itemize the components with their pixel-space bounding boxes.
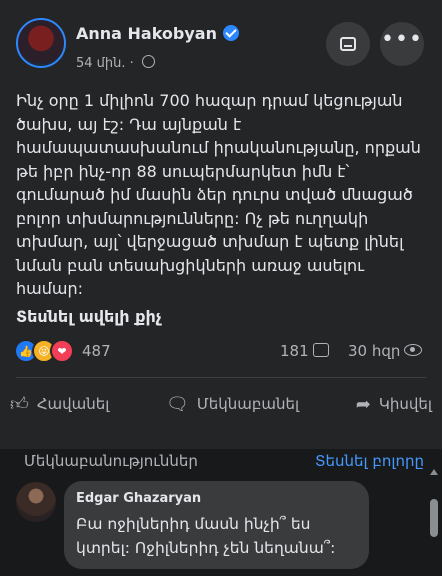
view-count-value: 30 հզր: [348, 342, 401, 360]
author-name[interactable]: Anna Hakobyan: [76, 24, 217, 43]
post-author[interactable]: Anna Hakobyan: [76, 24, 239, 43]
post-text: Ինչ օրը 1 միլիոն 700 հազար դրամ կեցությա…: [16, 91, 421, 298]
comment-count[interactable]: 181: [280, 342, 329, 360]
scrollbar[interactable]: [430, 465, 438, 576]
more-icon: •••: [381, 27, 423, 52]
save-icon: [340, 37, 356, 51]
reaction-count[interactable]: 487: [82, 342, 111, 360]
see-all-comments-link[interactable]: Տեսնել բոլորը: [315, 452, 424, 470]
view-count: 30 հզր: [348, 342, 423, 360]
verified-icon: [223, 25, 239, 41]
like-button[interactable]: 👍︎ Հավանել: [10, 386, 109, 422]
comment-author[interactable]: Edgar Ghazaryan: [76, 491, 201, 506]
love-reaction-icon: ❤: [50, 339, 74, 363]
post-time[interactable]: 54 մին.: [76, 56, 126, 71]
share-icon: ➦: [355, 393, 371, 415]
comment-icon: [312, 343, 329, 357]
commenter-avatar[interactable]: [16, 482, 56, 522]
author-avatar[interactable]: [16, 18, 66, 68]
post-meta: 54 մին. ·: [76, 55, 155, 71]
comments-header: Մեկնաբանություններ: [24, 452, 198, 470]
more-options-button[interactable]: •••: [380, 22, 424, 66]
reactions-summary[interactable]: 👍 😜 ❤ 487: [14, 339, 111, 363]
comment-button[interactable]: 🗨︎ Մեկնաբանել: [166, 386, 299, 422]
comment-label: Մեկնաբանել: [196, 395, 300, 413]
scroll-up-arrow-icon[interactable]: [430, 469, 438, 475]
globe-icon: [141, 55, 155, 68]
save-button[interactable]: [326, 22, 370, 66]
eye-icon: [404, 344, 423, 356]
share-label: Կիսվել: [378, 395, 432, 413]
share-button[interactable]: ➦ Կիսվել: [356, 386, 432, 422]
scroll-thumb[interactable]: [430, 499, 438, 537]
thumbs-up-icon: 👍︎: [10, 394, 29, 415]
post-actions: 👍︎ Հավանել 🗨︎ Մեկնաբանել ➦ Կիսվել: [0, 386, 442, 422]
comment-icon: 🗨︎: [166, 393, 189, 415]
divider: [16, 377, 426, 378]
post-card: Anna Hakobyan 54 մին. · ••• Ինչ օրը 1 մի…: [0, 0, 442, 449]
comment-count-value: 181: [280, 342, 309, 360]
comment-bubble: Edgar Ghazaryan Բա ոջիլներիդ մասն ինչի՞ …: [64, 481, 369, 569]
see-less-link[interactable]: Տեսնել ավելի քիչ: [16, 307, 162, 326]
comment-text: Բա ոջիլներիդ մասն ինչի՞ ես կտրել: Ոջիլնե…: [76, 515, 336, 557]
like-label: Հավանել: [36, 395, 110, 413]
